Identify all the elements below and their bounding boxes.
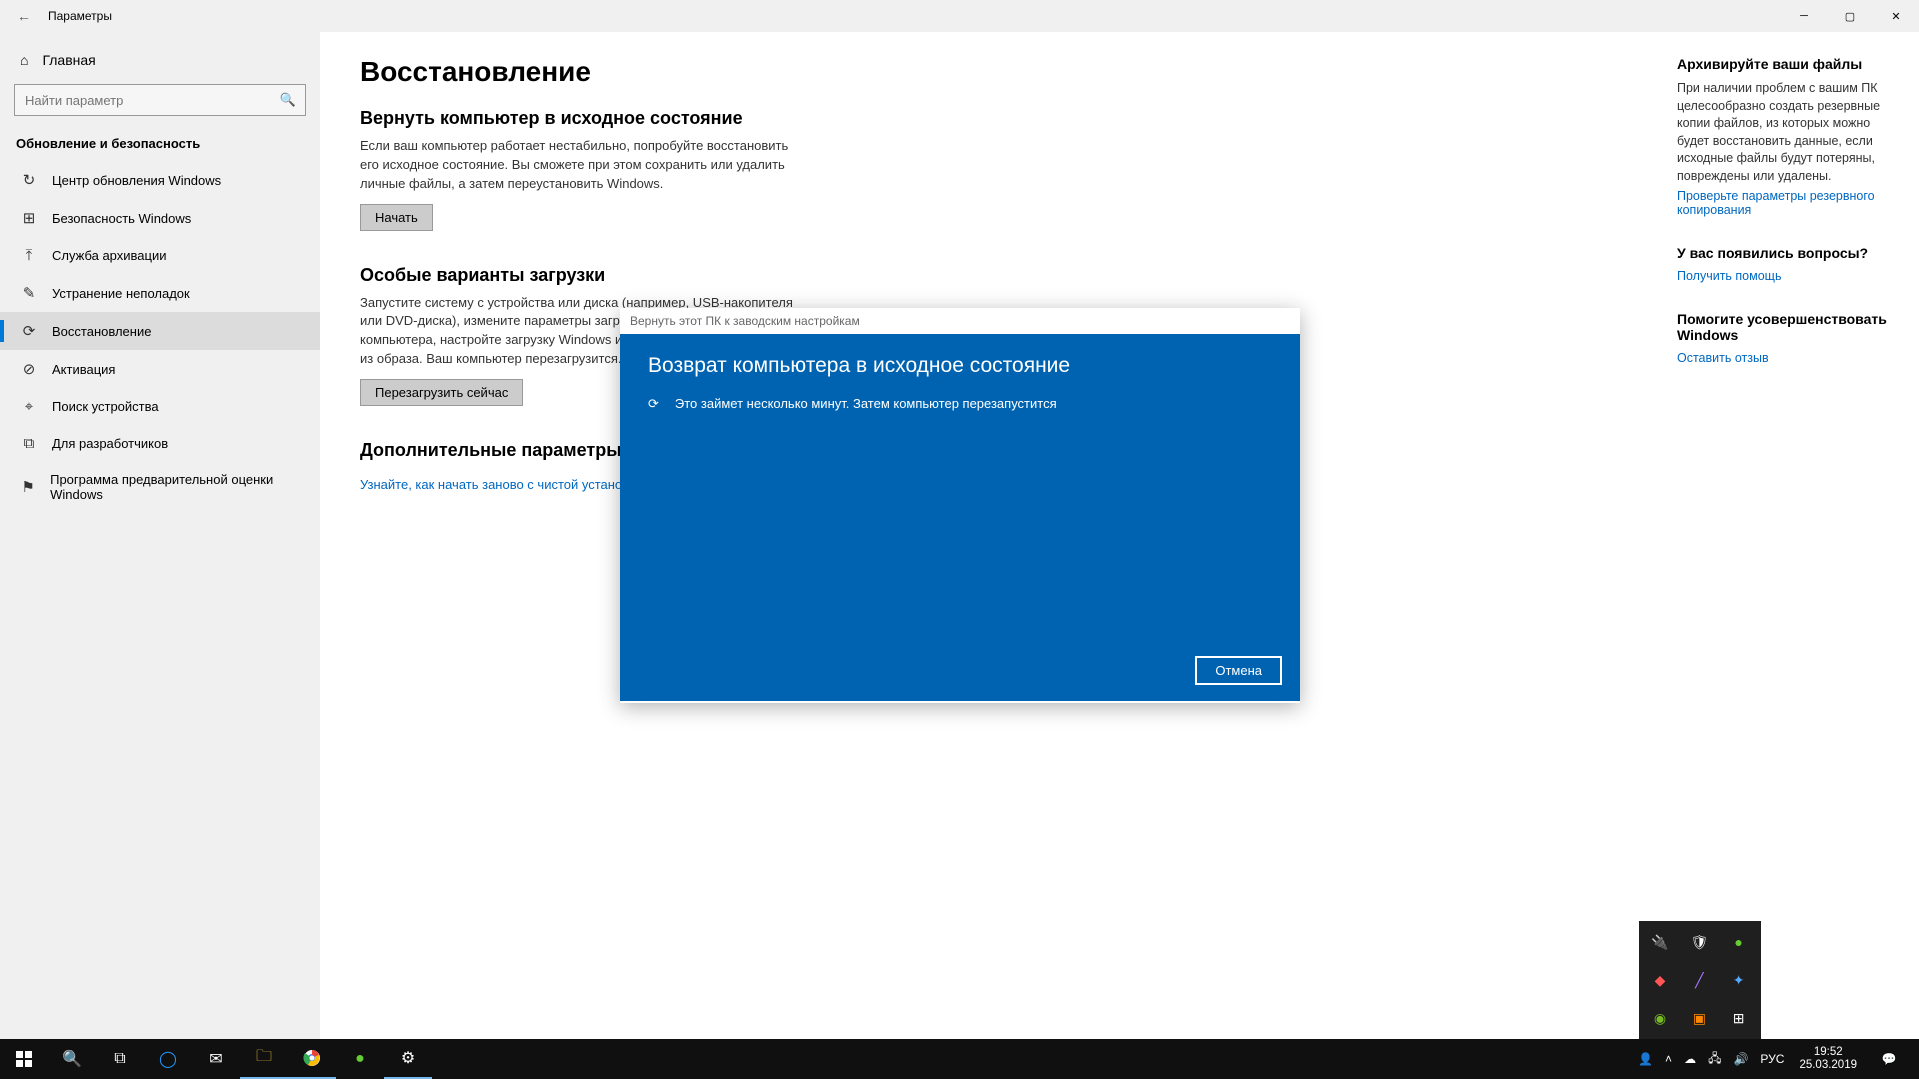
action-center-button[interactable]: 💬 bbox=[1867, 1052, 1911, 1066]
flag-icon: ⚑ bbox=[20, 478, 36, 496]
section-reset-text: Если ваш компьютер работает нестабильно,… bbox=[360, 137, 800, 194]
home-label: Главная bbox=[42, 52, 95, 68]
sidebar-item-activation[interactable]: ⊘ Активация bbox=[0, 350, 320, 388]
reset-dialog: Вернуть этот ПК к заводским настройкам В… bbox=[620, 308, 1300, 703]
section-reset-title: Вернуть компьютер в исходное состояние bbox=[360, 108, 1619, 129]
help-link[interactable]: Получить помощь bbox=[1677, 269, 1901, 283]
start-menu-button[interactable] bbox=[0, 1039, 48, 1079]
sidebar-item-label: Для разработчиков bbox=[52, 436, 168, 451]
people-icon[interactable]: 👤 bbox=[1633, 1052, 1658, 1066]
taskbar-app-utorrent[interactable]: ● bbox=[336, 1039, 384, 1079]
check-icon: ⊘ bbox=[20, 360, 38, 378]
sidebar-item-label: Восстановление bbox=[52, 324, 151, 339]
tray-icon-usb[interactable]: 🔌 bbox=[1645, 927, 1675, 957]
window-titlebar: ← Параметры ─ ▢ ✕ bbox=[0, 0, 1919, 32]
sidebar-item-security[interactable]: ⊞ Безопасность Windows bbox=[0, 199, 320, 237]
home-button[interactable]: ⌂ Главная bbox=[0, 42, 320, 78]
sidebar-section: Обновление и безопасность bbox=[0, 128, 320, 161]
dialog-heading: Возврат компьютера в исходное состояние bbox=[648, 354, 1272, 378]
location-icon: ⌖ bbox=[20, 398, 38, 415]
tray-icon-utorrent[interactable]: ● bbox=[1724, 927, 1754, 957]
feedback-link[interactable]: Оставить отзыв bbox=[1677, 351, 1901, 365]
volume-icon[interactable]: 🔊 bbox=[1728, 1052, 1753, 1066]
taskbar-app-chrome[interactable] bbox=[288, 1039, 336, 1079]
upload-icon: ⤒ bbox=[20, 247, 38, 264]
taskbar-app-settings[interactable]: ⚙ bbox=[384, 1039, 432, 1079]
refresh-icon: ⟳ bbox=[20, 322, 38, 340]
search-input[interactable] bbox=[14, 84, 306, 116]
tray-chevron-icon[interactable]: ˄ bbox=[1660, 1052, 1677, 1066]
minimize-button[interactable]: ─ bbox=[1781, 0, 1827, 32]
help-title: У вас появились вопросы? bbox=[1677, 245, 1901, 261]
backup-link[interactable]: Проверьте параметры резервного копирован… bbox=[1677, 189, 1901, 217]
right-panel: Архивируйте ваши файлы При наличии пробл… bbox=[1659, 32, 1919, 1039]
tray-overflow: 🔌 🛡 ● ◆ ╱ ✦ ◉ ▣ ⊞ bbox=[1639, 921, 1761, 1039]
close-button[interactable]: ✕ bbox=[1873, 0, 1919, 32]
shield-icon: ⊞ bbox=[20, 209, 38, 227]
home-icon: ⌂ bbox=[20, 52, 28, 68]
back-button[interactable]: ← bbox=[0, 8, 48, 24]
section-boot-title: Особые варианты загрузки bbox=[360, 265, 1619, 286]
backup-title: Архивируйте ваши файлы bbox=[1677, 56, 1901, 72]
window-title: Параметры bbox=[48, 9, 112, 23]
network-icon[interactable]: 🖧 bbox=[1703, 1049, 1726, 1070]
sidebar-item-label: Программа предварительной оценки Windows bbox=[50, 472, 300, 502]
taskbar-app-mail[interactable]: ✉ bbox=[192, 1039, 240, 1079]
clock[interactable]: 19:52 25.03.2019 bbox=[1791, 1046, 1865, 1072]
restart-now-button[interactable]: Перезагрузить сейчас bbox=[360, 379, 523, 406]
maximize-button[interactable]: ▢ bbox=[1827, 0, 1873, 32]
tray-icon-app3[interactable]: ✦ bbox=[1724, 965, 1754, 995]
clock-date: 25.03.2019 bbox=[1799, 1059, 1857, 1072]
language-indicator[interactable]: РУС bbox=[1755, 1052, 1789, 1066]
sidebar-item-backup[interactable]: ⤒ Служба архивации bbox=[0, 237, 320, 274]
page-title: Восстановление bbox=[360, 56, 1619, 88]
task-view-button[interactable]: ⧉ bbox=[96, 1039, 144, 1079]
sidebar: ⌂ Главная 🔍 Обновление и безопасность ↻ … bbox=[0, 32, 320, 1039]
sidebar-item-update[interactable]: ↻ Центр обновления Windows bbox=[0, 161, 320, 199]
spinner-icon: ⟳ bbox=[648, 396, 659, 412]
sidebar-item-troubleshoot[interactable]: ✎ Устранение неполадок bbox=[0, 274, 320, 312]
sidebar-item-developers[interactable]: ⧉ Для разработчиков bbox=[0, 425, 320, 462]
onedrive-icon[interactable]: ☁ bbox=[1679, 1052, 1701, 1066]
wrench-icon: ✎ bbox=[20, 284, 38, 302]
sidebar-item-recovery[interactable]: ⟳ Восстановление bbox=[0, 312, 320, 350]
sync-icon: ↻ bbox=[20, 171, 38, 189]
search-button[interactable]: 🔍 bbox=[48, 1039, 96, 1079]
dialog-message: Это займет несколько минут. Затем компью… bbox=[675, 396, 1057, 412]
tray-icon-nvidia[interactable]: ◉ bbox=[1645, 1003, 1675, 1033]
dialog-title: Вернуть этот ПК к заводским настройкам bbox=[620, 308, 1300, 334]
sidebar-item-label: Безопасность Windows bbox=[52, 211, 191, 226]
clock-time: 19:52 bbox=[1799, 1046, 1857, 1059]
sidebar-item-label: Активация bbox=[52, 362, 115, 377]
feedback-title: Помогите усовершенствовать Windows bbox=[1677, 311, 1901, 343]
tray-icon-app2[interactable]: ╱ bbox=[1684, 965, 1714, 995]
taskbar: 🔍 ⧉ ◯ ✉ 🗀 ● ⚙ 👤 ˄ ☁ 🖧 🔊 РУС 19:52 25.03.… bbox=[0, 1039, 1919, 1079]
tray-icon-app4[interactable]: ▣ bbox=[1684, 1003, 1714, 1033]
taskbar-app-explorer[interactable]: 🗀 bbox=[240, 1039, 288, 1079]
cancel-button[interactable]: Отмена bbox=[1195, 656, 1282, 685]
search-icon: 🔍 bbox=[280, 92, 296, 108]
sidebar-item-insider[interactable]: ⚑ Программа предварительной оценки Windo… bbox=[0, 462, 320, 512]
taskbar-app-skype[interactable]: ◯ bbox=[144, 1039, 192, 1079]
start-button[interactable]: Начать bbox=[360, 204, 433, 231]
sidebar-item-find-device[interactable]: ⌖ Поиск устройства bbox=[0, 388, 320, 425]
backup-text: При наличии проблем с вашим ПК целесообр… bbox=[1677, 80, 1901, 185]
tray-icon-defender[interactable]: 🛡 bbox=[1684, 927, 1714, 957]
tray-icon-app5[interactable]: ⊞ bbox=[1724, 1003, 1754, 1033]
sidebar-item-label: Устранение неполадок bbox=[52, 286, 190, 301]
sidebar-item-label: Поиск устройства bbox=[52, 399, 159, 414]
sidebar-item-label: Служба архивации bbox=[52, 248, 167, 263]
code-icon: ⧉ bbox=[20, 435, 38, 452]
tray-icon-app1[interactable]: ◆ bbox=[1645, 965, 1675, 995]
sidebar-item-label: Центр обновления Windows bbox=[52, 173, 221, 188]
